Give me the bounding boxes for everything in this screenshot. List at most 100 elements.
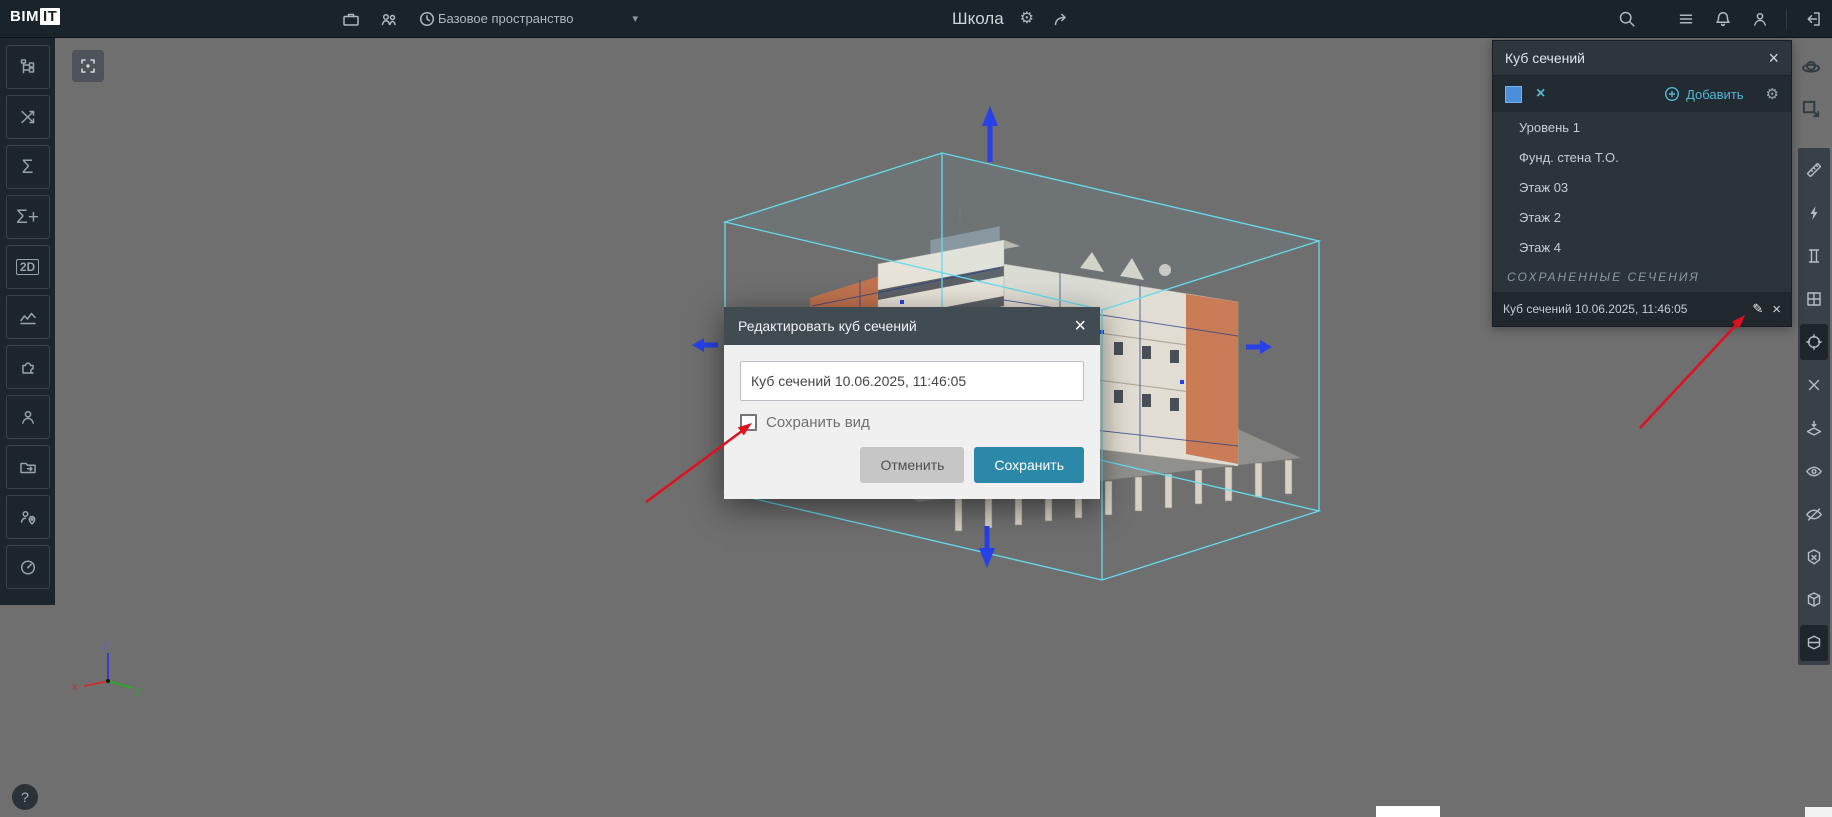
project-settings-gear-icon[interactable]: ⚙ xyxy=(1020,11,1034,27)
section-plane-button[interactable] xyxy=(1800,410,1828,446)
cube-fill-icon[interactable] xyxy=(1505,86,1522,103)
plus-circle-icon xyxy=(1664,86,1680,102)
cube-view-button[interactable] xyxy=(1800,582,1828,618)
section-cube-button[interactable] xyxy=(1800,625,1828,661)
dialog-close-icon[interactable]: × xyxy=(1074,316,1086,336)
edit-pencil-icon[interactable]: ✎ xyxy=(1752,301,1763,317)
panel-header: Куб сечений × xyxy=(1493,41,1791,76)
dialog-title: Редактировать куб сечений xyxy=(738,318,917,334)
drawings-2d-button[interactable]: 2D xyxy=(6,245,50,289)
top-bar: BIM IT Базовое пространство ▾ Школа ⚙ xyxy=(0,0,1832,38)
add-section-label: Добавить xyxy=(1686,87,1743,102)
level-row[interactable]: Этаж 03 xyxy=(1493,172,1791,202)
specifications-plus-button[interactable]: Σ+ xyxy=(6,195,50,239)
saved-section-row[interactable]: Куб сечений 10.06.2025, 11:46:05 ✎ × xyxy=(1493,292,1791,326)
save-button[interactable]: Сохранить xyxy=(974,447,1084,483)
users-button[interactable] xyxy=(6,395,50,439)
profile-icon[interactable] xyxy=(1749,8,1771,30)
section-name-input[interactable] xyxy=(740,361,1084,401)
measure-button[interactable] xyxy=(1800,152,1828,188)
section-cube-icon xyxy=(1804,633,1824,653)
workspace-selector[interactable]: Базовое пространство ▾ xyxy=(438,0,638,37)
focus-target-button[interactable] xyxy=(1800,324,1828,360)
saved-section-label[interactable]: Куб сечений 10.06.2025, 11:46:05 xyxy=(1503,302,1743,316)
remove-cube-button[interactable] xyxy=(1800,539,1828,575)
puzzle-icon xyxy=(18,357,38,377)
grid-button[interactable] xyxy=(1800,281,1828,317)
delete-section-icon[interactable]: × xyxy=(1772,302,1781,317)
gauge-icon xyxy=(18,557,38,577)
collisions-button[interactable] xyxy=(6,95,50,139)
dialog-buttons: Отменить Сохранить xyxy=(740,447,1084,483)
level-row[interactable]: Этаж 2 xyxy=(1493,202,1791,232)
saved-sections-header: СОХРАНЕННЫЕ СЕЧЕНИЯ xyxy=(1493,262,1791,292)
plane-down-arrow-icon xyxy=(1804,418,1824,438)
clear-selection-icon[interactable]: × xyxy=(1536,86,1545,102)
ruler-icon xyxy=(1804,160,1824,180)
user-location-button[interactable] xyxy=(6,495,50,539)
shared-folder-button[interactable] xyxy=(6,445,50,489)
eye-icon xyxy=(1804,461,1824,481)
save-view-row: Сохранить вид xyxy=(740,414,1084,431)
charts-button[interactable] xyxy=(6,295,50,339)
section-cube-panel: Куб сечений × × Добавить ⚙ Уровень 1 Фун… xyxy=(1492,40,1792,327)
lightning-icon xyxy=(1804,203,1824,223)
structure-tree-button[interactable] xyxy=(6,45,50,89)
cube-icon xyxy=(1804,590,1824,610)
team-icon[interactable] xyxy=(378,8,400,30)
box-select-icon xyxy=(1800,98,1822,120)
user-icon xyxy=(18,407,38,427)
dialog-body: Сохранить вид Отменить Сохранить xyxy=(724,345,1100,499)
share-arrow-icon[interactable] xyxy=(1050,8,1072,30)
2d-view-icon: 2D xyxy=(16,259,39,275)
topbar-tools xyxy=(340,0,438,37)
history-clock-icon[interactable] xyxy=(416,8,438,30)
notifications-bell-icon[interactable] xyxy=(1712,8,1734,30)
box-select-button[interactable] xyxy=(1794,92,1828,126)
cube-x-icon xyxy=(1804,547,1824,567)
menu-list-icon[interactable] xyxy=(1675,8,1697,30)
add-section-button[interactable]: Добавить xyxy=(1664,86,1743,102)
level-row[interactable]: Фунд. стена Т.О. xyxy=(1493,142,1791,172)
screen-artifact xyxy=(1805,807,1832,817)
logout-icon[interactable] xyxy=(1802,8,1824,30)
level-row[interactable]: Уровень 1 xyxy=(1493,112,1791,142)
save-view-label: Сохранить вид xyxy=(766,414,870,431)
specifications-button[interactable]: Σ xyxy=(6,145,50,189)
orbit-view-button[interactable] xyxy=(1794,50,1828,84)
grid-icon xyxy=(1804,289,1824,309)
level-row[interactable]: Этаж 4 xyxy=(1493,232,1791,262)
clip-x-icon xyxy=(1804,375,1824,395)
orbit-icon xyxy=(1800,56,1822,78)
panel-close-icon[interactable]: × xyxy=(1768,49,1779,67)
show-elements-button[interactable] xyxy=(1800,453,1828,489)
dashboards-button[interactable] xyxy=(6,545,50,589)
cancel-button[interactable]: Отменить xyxy=(860,447,964,483)
dialog-header: Редактировать куб сечений × xyxy=(724,307,1100,345)
panel-toolbar: × Добавить ⚙ xyxy=(1493,76,1791,112)
crosshair-icon xyxy=(1804,332,1824,352)
quick-action-button[interactable] xyxy=(1800,195,1828,231)
columns-button[interactable] xyxy=(1800,238,1828,274)
panel-title: Куб сечений xyxy=(1505,50,1585,66)
panel-settings-gear-icon[interactable]: ⚙ xyxy=(1766,87,1779,102)
help-button[interactable]: ? xyxy=(12,784,38,810)
structure-tree-icon xyxy=(18,57,38,77)
sigma-plus-icon: Σ+ xyxy=(16,208,39,227)
search-icon[interactable] xyxy=(1616,8,1638,30)
axis-gizmo: x y z xyxy=(72,641,141,697)
axis-x-label: x xyxy=(72,682,77,693)
line-chart-icon xyxy=(18,307,38,327)
screen-artifact xyxy=(1376,806,1440,817)
save-view-checkbox[interactable] xyxy=(740,414,757,431)
levels-list: Уровень 1 Фунд. стена Т.О. Этаж 03 Этаж … xyxy=(1493,112,1791,262)
focus-frame-icon xyxy=(78,56,98,76)
plugins-button[interactable] xyxy=(6,345,50,389)
focus-model-button[interactable] xyxy=(72,50,104,82)
clear-clip-button[interactable] xyxy=(1800,367,1828,403)
bimit-logo[interactable]: BIM IT xyxy=(10,8,60,25)
project-title: Школа xyxy=(952,9,1004,29)
projects-briefcase-icon[interactable] xyxy=(340,8,362,30)
hide-elements-button[interactable] xyxy=(1800,496,1828,532)
left-toolbar: Σ Σ+ 2D xyxy=(0,37,55,605)
